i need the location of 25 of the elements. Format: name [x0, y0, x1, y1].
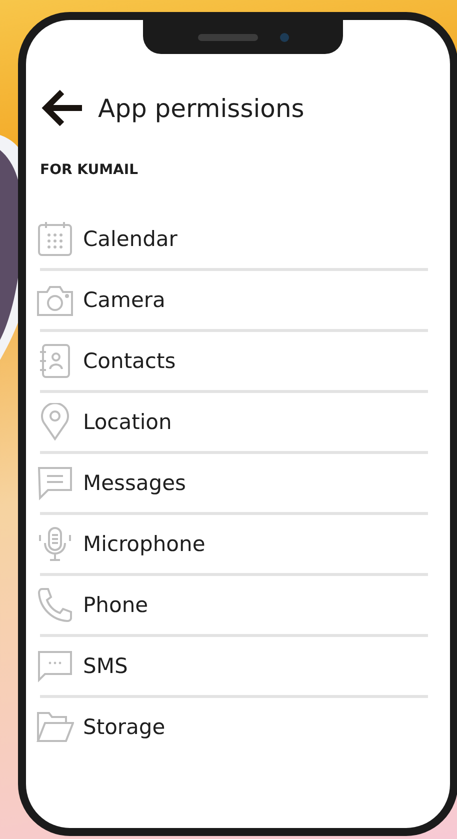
- phone-icon: [36, 586, 74, 624]
- permission-item[interactable]: Phone: [40, 576, 428, 637]
- microphone-icon: [36, 525, 74, 563]
- permission-label: Camera: [83, 288, 166, 312]
- permission-label: Calendar: [83, 227, 178, 251]
- permission-item[interactable]: Camera: [40, 271, 428, 332]
- permission-item[interactable]: Microphone: [40, 515, 428, 576]
- permission-item[interactable]: Messages: [40, 454, 428, 515]
- permission-label: SMS: [83, 654, 128, 678]
- back-arrow-icon[interactable]: [40, 88, 84, 128]
- permission-label: Microphone: [83, 532, 206, 556]
- permission-label: Phone: [83, 593, 148, 617]
- permission-item[interactable]: Location: [40, 393, 428, 454]
- permission-label: Messages: [83, 471, 186, 495]
- screen-title: App permissions: [98, 94, 304, 122]
- permission-item[interactable]: Calendar: [40, 210, 428, 271]
- permission-item[interactable]: Storage: [40, 698, 428, 759]
- permission-label: Location: [83, 410, 172, 434]
- calendar-icon: [36, 220, 74, 258]
- permission-label: Contacts: [83, 349, 176, 373]
- permission-item[interactable]: Contacts: [40, 332, 428, 393]
- permission-item[interactable]: SMS: [40, 637, 428, 698]
- message-bubble-icon: [36, 464, 74, 502]
- section-label: FOR KUMAIL: [40, 162, 139, 178]
- permission-label: Storage: [83, 715, 166, 739]
